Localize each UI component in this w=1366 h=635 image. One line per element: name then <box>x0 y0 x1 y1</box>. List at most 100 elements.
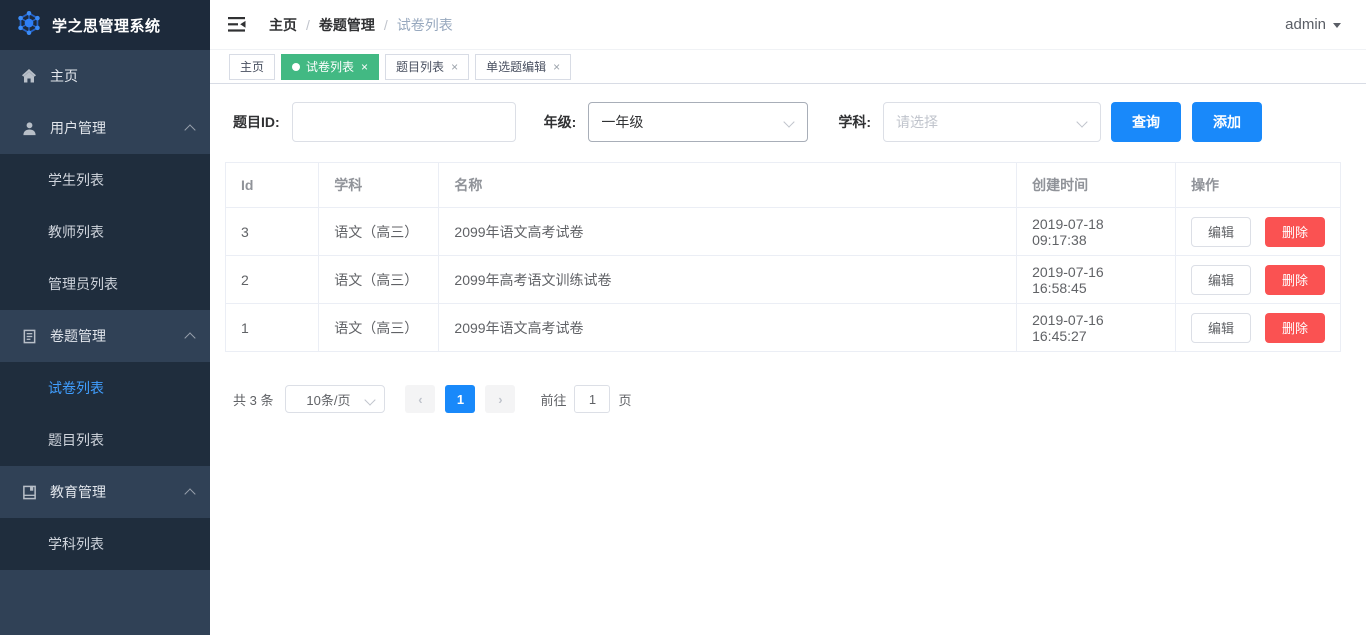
edit-button[interactable]: 编辑 <box>1191 265 1251 295</box>
prev-page-button[interactable]: ‹ <box>405 385 435 413</box>
navbar: 主页 / 卷题管理 / 试卷列表 admin <box>210 0 1366 50</box>
table-row: 3 语文（高三） 2099年语文高考试卷 2019-07-18 09:17:38… <box>226 208 1341 256</box>
table-row: 2 语文（高三） 2099年高考语文训练试卷 2019-07-16 16:58:… <box>226 256 1341 304</box>
cell-name: 2099年语文高考试卷 <box>439 208 1017 256</box>
tab-single-choice-edit[interactable]: 单选题编辑 × <box>475 54 571 80</box>
content: 题目ID: 年级: 一年级 学科: 请选择 查询 添加 Id 学科 <box>210 84 1366 413</box>
cell-created: 2019-07-18 09:17:38 <box>1017 208 1176 256</box>
tab-label: 单选题编辑 <box>486 58 546 75</box>
add-button[interactable]: 添加 <box>1192 102 1262 142</box>
chevron-down-icon <box>365 394 376 405</box>
cell-created: 2019-07-16 16:58:45 <box>1017 256 1176 304</box>
sidebar-submenu-education: 学科列表 <box>0 518 210 570</box>
column-header-id: Id <box>226 163 319 208</box>
sidebar-item-home[interactable]: 主页 <box>0 50 210 102</box>
column-header-actions: 操作 <box>1176 163 1341 208</box>
pagination: 共 3 条 10条/页 ‹ 1 › 前往 页 <box>225 385 1341 413</box>
cell-name: 2099年语文高考试卷 <box>439 304 1017 352</box>
search-button[interactable]: 查询 <box>1111 102 1181 142</box>
tab-paper-list[interactable]: 试卷列表 × <box>281 54 379 80</box>
home-icon <box>20 68 38 84</box>
cell-id: 2 <box>226 256 319 304</box>
breadcrumb: 主页 / 卷题管理 / 试卷列表 <box>269 15 453 35</box>
user-name: admin <box>1285 16 1326 33</box>
sidebar-item-label: 主页 <box>50 66 194 86</box>
goto-label: 前往 <box>540 390 566 409</box>
caret-down-icon <box>1333 23 1341 32</box>
main-area: 主页 / 卷题管理 / 试卷列表 admin 主页 试卷列表 × 题目列表 × … <box>210 0 1366 635</box>
paper-table: Id 学科 名称 创建时间 操作 3 语文（高三） 2099年语文高考试卷 20… <box>225 162 1341 352</box>
sidebar-group-users[interactable]: 用户管理 <box>0 102 210 154</box>
sidebar-group-exams[interactable]: 卷题管理 <box>0 310 210 362</box>
next-page-button[interactable]: › <box>485 385 515 413</box>
chevron-up-icon <box>184 124 195 135</box>
app-title: 学之思管理系统 <box>52 15 161 36</box>
sidebar-collapse-icon[interactable] <box>228 16 247 33</box>
delete-button[interactable]: 删除 <box>1265 313 1325 343</box>
sidebar: 学之思管理系统 主页 用户管理 学生列表 教师列表 管理员列表 <box>0 0 210 635</box>
tab-bar: 主页 试卷列表 × 题目列表 × 单选题编辑 × <box>210 50 1366 84</box>
sidebar-submenu-users: 学生列表 教师列表 管理员列表 <box>0 154 210 310</box>
sidebar-item-admin-list[interactable]: 管理员列表 <box>0 258 210 310</box>
goto-page-input[interactable] <box>574 385 610 413</box>
breadcrumb-exam-management[interactable]: 卷题管理 <box>319 15 375 35</box>
tab-label: 题目列表 <box>396 58 444 75</box>
tab-label: 主页 <box>240 58 264 75</box>
sidebar-group-label: 教育管理 <box>50 482 186 502</box>
tab-home[interactable]: 主页 <box>229 54 275 80</box>
user-dropdown[interactable]: admin <box>1285 16 1341 33</box>
chevron-up-icon <box>184 488 195 499</box>
app-logo-bar: 学之思管理系统 <box>0 0 210 50</box>
current-page-button[interactable]: 1 <box>445 385 475 413</box>
page-size-select[interactable]: 10条/页 <box>285 385 385 413</box>
column-header-created: 创建时间 <box>1017 163 1176 208</box>
user-icon <box>20 121 38 136</box>
edit-button[interactable]: 编辑 <box>1191 217 1251 247</box>
question-id-input[interactable] <box>292 102 516 142</box>
delete-button[interactable]: 删除 <box>1265 217 1325 247</box>
breadcrumb-separator: / <box>306 17 310 33</box>
cell-id: 1 <box>226 304 319 352</box>
column-header-subject: 学科 <box>319 163 439 208</box>
app-logo-icon <box>16 10 42 41</box>
grade-select[interactable]: 一年级 <box>588 102 808 142</box>
cell-subject: 语文（高三） <box>319 304 439 352</box>
table-row: 1 语文（高三） 2099年语文高考试卷 2019-07-16 16:45:27… <box>226 304 1341 352</box>
grade-label: 年级: <box>544 112 577 132</box>
cell-subject: 语文（高三） <box>319 208 439 256</box>
tab-question-list[interactable]: 题目列表 × <box>385 54 469 80</box>
question-id-label: 题目ID: <box>233 112 280 132</box>
close-icon[interactable]: × <box>553 61 560 73</box>
sidebar-item-student-list[interactable]: 学生列表 <box>0 154 210 206</box>
sidebar-item-paper-list[interactable]: 试卷列表 <box>0 362 210 414</box>
sidebar-group-education[interactable]: 教育管理 <box>0 466 210 518</box>
sidebar-item-question-list[interactable]: 题目列表 <box>0 414 210 466</box>
breadcrumb-separator: / <box>384 17 388 33</box>
close-icon[interactable]: × <box>361 61 368 73</box>
chevron-down-icon <box>784 116 795 127</box>
sidebar-group-label: 卷题管理 <box>50 326 186 346</box>
cell-id: 3 <box>226 208 319 256</box>
sidebar-item-subject-list[interactable]: 学科列表 <box>0 518 210 570</box>
active-dot-icon <box>292 63 300 71</box>
cell-subject: 语文（高三） <box>319 256 439 304</box>
sidebar-submenu-exams: 试卷列表 题目列表 <box>0 362 210 466</box>
breadcrumb-current: 试卷列表 <box>397 15 453 35</box>
tab-label: 试卷列表 <box>306 58 354 75</box>
pagination-total: 共 3 条 <box>233 390 273 409</box>
subject-select-placeholder: 请选择 <box>896 112 938 132</box>
sidebar-group-label: 用户管理 <box>50 118 186 138</box>
edit-button[interactable]: 编辑 <box>1191 313 1251 343</box>
close-icon[interactable]: × <box>451 61 458 73</box>
cell-created: 2019-07-16 16:45:27 <box>1017 304 1176 352</box>
page-size-value: 10条/页 <box>306 390 350 409</box>
subject-select[interactable]: 请选择 <box>883 102 1101 142</box>
filter-bar: 题目ID: 年级: 一年级 学科: 请选择 查询 添加 <box>225 102 1341 142</box>
column-header-name: 名称 <box>439 163 1017 208</box>
chevron-up-icon <box>184 332 195 343</box>
document-icon <box>20 329 38 344</box>
chevron-down-icon <box>1076 116 1087 127</box>
delete-button[interactable]: 删除 <box>1265 265 1325 295</box>
sidebar-item-teacher-list[interactable]: 教师列表 <box>0 206 210 258</box>
breadcrumb-home[interactable]: 主页 <box>269 15 297 35</box>
